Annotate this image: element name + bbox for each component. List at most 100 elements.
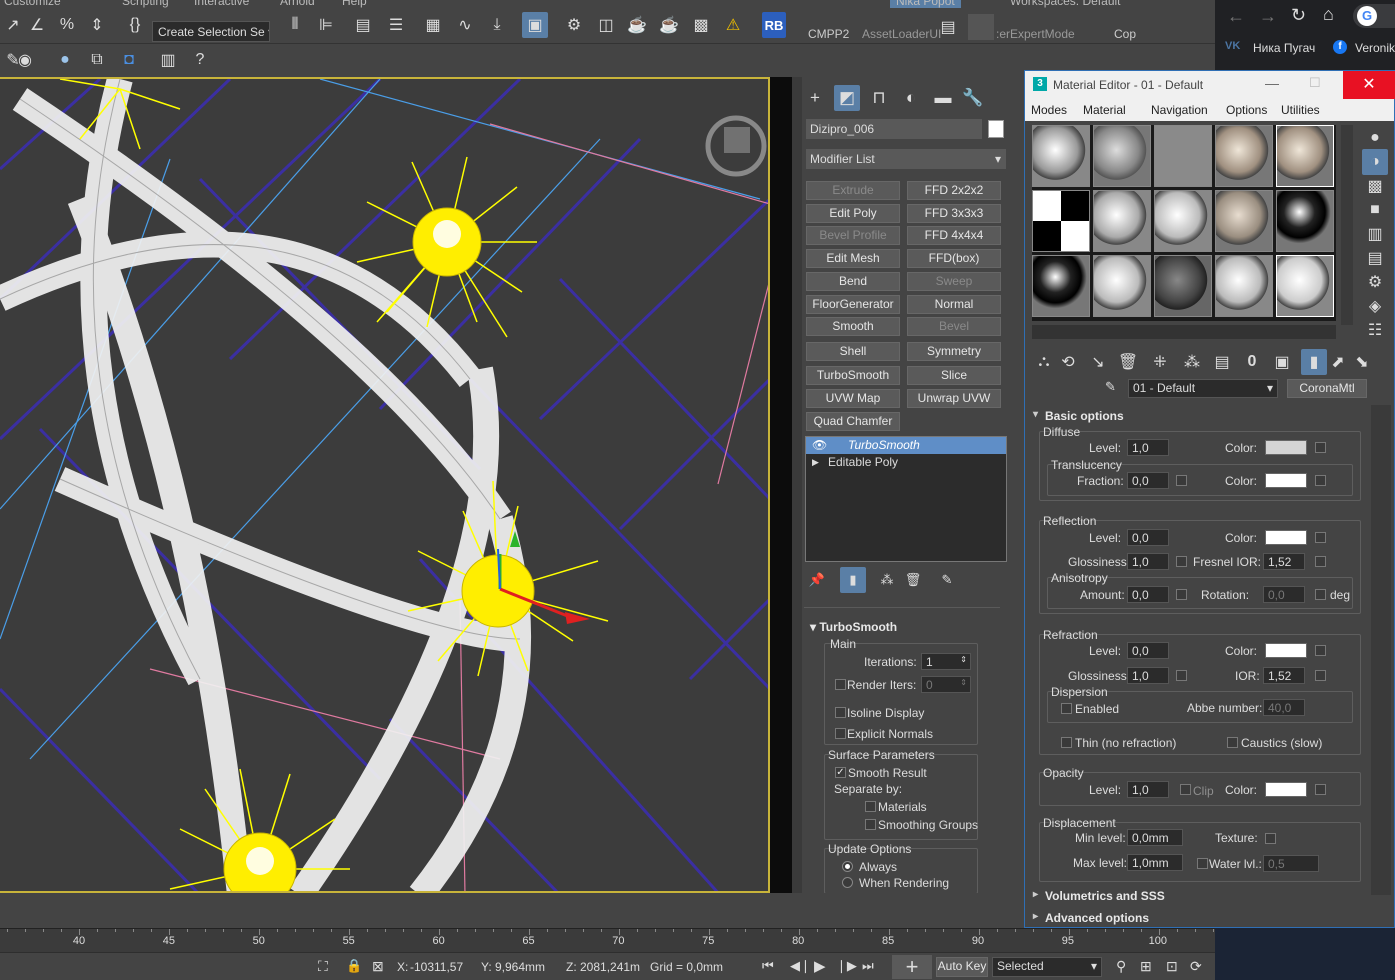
backlight-icon[interactable]: ◑: [1362, 149, 1388, 175]
render-setup-icon[interactable]: ⚙: [561, 12, 587, 38]
make-preview-icon[interactable]: ▤: [1362, 245, 1388, 271]
modifier-button-extrude[interactable]: Extrude: [806, 181, 900, 200]
menu-material[interactable]: Material: [1083, 103, 1126, 117]
workspaces-selector[interactable]: Workspaces: Default: [1010, 0, 1121, 8]
reflection-color-swatch[interactable]: [1265, 530, 1307, 545]
sphere-icon[interactable]: ●: [52, 47, 78, 73]
smooth-result-checkbox[interactable]: ✓: [835, 767, 846, 778]
always-radio[interactable]: [842, 861, 853, 872]
cop-button[interactable]: Cop: [1114, 27, 1136, 41]
modifier-button-sweep[interactable]: Sweep: [907, 272, 1001, 291]
max-level-spinner[interactable]: 1,0mm: [1127, 854, 1183, 871]
object-color-swatch[interactable]: [988, 120, 1004, 138]
schematic-view-icon[interactable]: ⤓: [484, 12, 510, 38]
utilities-tab-icon[interactable]: 🔧: [960, 85, 986, 111]
modifier-button-uvw-map[interactable]: UVW Map: [806, 389, 900, 408]
scene-converter-icon[interactable]: ⧉: [84, 47, 110, 73]
expert-mode-icon[interactable]: [968, 14, 994, 40]
background-icon[interactable]: ▩: [1362, 173, 1388, 199]
menu-modes[interactable]: Modes: [1031, 103, 1067, 117]
menu-item-arnold[interactable]: Arnold: [280, 0, 315, 8]
create-tab-icon[interactable]: +: [802, 85, 828, 111]
modifier-button-unwrap-uvw[interactable]: Unwrap UVW: [907, 389, 1001, 408]
render-iterative-icon[interactable]: ☕: [656, 12, 682, 38]
pin-stack-icon[interactable]: 📌: [804, 567, 830, 593]
ior-map-button[interactable]: [1315, 670, 1326, 681]
material-slot[interactable]: [1215, 190, 1273, 252]
modifier-button-ffd-4x4x4[interactable]: FFD 4x4x4: [907, 226, 1001, 245]
minimize-icon[interactable]: —: [1265, 75, 1279, 91]
modifier-button-ffd-2x2x2[interactable]: FFD 2x2x2: [907, 181, 1001, 200]
assign-material-icon[interactable]: ↘: [1085, 349, 1111, 375]
material-slot[interactable]: [1032, 255, 1090, 317]
orbit-icon[interactable]: ⟳: [1190, 958, 1202, 975]
home-icon[interactable]: ⌂: [1323, 4, 1334, 25]
reflection-map-button[interactable]: [1315, 532, 1326, 543]
materials-checkbox[interactable]: [865, 801, 876, 812]
back-icon[interactable]: ←: [1227, 6, 1245, 27]
menu-utilities[interactable]: Utilities: [1281, 103, 1320, 117]
spinner-snap-icon[interactable]: ⇕: [84, 12, 110, 38]
timeline-ruler[interactable]: 40 45 50 55 60 65 70 75 80 85 90 95 100: [0, 928, 1215, 952]
zoom-icon[interactable]: ⚲: [1116, 958, 1126, 975]
when-rendering-radio[interactable]: [842, 877, 853, 888]
video-color-check-icon[interactable]: ▥: [1362, 221, 1388, 247]
menu-item-help[interactable]: Help: [342, 0, 367, 8]
dispersion-enabled-checkbox[interactable]: [1061, 703, 1072, 714]
modifier-button-smooth[interactable]: Smooth: [806, 317, 900, 336]
y-coordinate[interactable]: 9,964mm: [495, 960, 545, 974]
edit-named-selection-icon[interactable]: {}: [122, 12, 148, 38]
zoom-extents-icon[interactable]: ⊡: [1166, 958, 1178, 975]
material-slot[interactable]: [1276, 190, 1334, 252]
stack-item-editable-poly[interactable]: ▶ Editable Poly: [806, 454, 1006, 471]
options-icon[interactable]: ⚙: [1362, 269, 1388, 295]
angle-snap-icon[interactable]: ∠: [24, 12, 50, 38]
reflection-glossiness-spinner[interactable]: 1,0: [1127, 553, 1169, 570]
diffuse-color-swatch[interactable]: [1265, 440, 1307, 455]
opacity-color-swatch[interactable]: [1265, 782, 1307, 797]
make-unique-icon[interactable]: ⁂: [874, 567, 900, 593]
diffuse-map-button[interactable]: [1315, 442, 1326, 453]
material-map-navigator-icon[interactable]: ☷: [1362, 317, 1388, 343]
modifier-list-dropdown[interactable]: Modifier List ▾: [806, 149, 1006, 169]
refraction-map-button[interactable]: [1315, 645, 1326, 656]
smoothing-groups-checkbox[interactable]: [865, 819, 876, 830]
rotation-map-button[interactable]: [1315, 589, 1326, 600]
perspective-viewport[interactable]: [0, 77, 770, 893]
mirror-icon[interactable]: ⫴: [282, 12, 308, 38]
modifier-button-bevel[interactable]: Bevel: [907, 317, 1001, 336]
refraction-level-spinner[interactable]: 0,0: [1127, 642, 1169, 659]
refraction-color-swatch[interactable]: [1265, 643, 1307, 658]
align-icon[interactable]: ⊫: [313, 12, 339, 38]
modifier-button-normal[interactable]: Normal: [907, 295, 1001, 314]
render-iters-spinner[interactable]: 0 ⇕: [921, 676, 971, 693]
material-slot[interactable]: [1215, 125, 1273, 187]
modifier-button-edit-mesh[interactable]: Edit Mesh: [806, 249, 900, 268]
explicit-normals-checkbox[interactable]: [835, 728, 846, 739]
material-type-button[interactable]: CoronaMtl: [1287, 379, 1367, 398]
modifier-button-quad-chamfer[interactable]: Quad Chamfer: [806, 412, 900, 431]
modifier-button-floorgenerator[interactable]: FloorGenerator: [806, 295, 900, 314]
close-icon[interactable]: ✕: [1343, 71, 1395, 99]
turbosmooth-rollout-title[interactable]: ▾ TurboSmooth: [810, 620, 897, 634]
thin-checkbox[interactable]: [1061, 737, 1072, 748]
min-level-spinner[interactable]: 0,0mm: [1127, 829, 1183, 846]
render-grid-icon[interactable]: ▩: [688, 12, 714, 38]
modifier-button-slice[interactable]: Slice: [907, 366, 1001, 385]
fraction-spinner[interactable]: 0,0: [1127, 472, 1169, 489]
curve-editor-icon[interactable]: ∿: [452, 12, 478, 38]
stack-item-turbosmooth[interactable]: 👁 TurboSmooth: [806, 437, 1006, 454]
menu-item-customize[interactable]: Customize: [4, 0, 61, 8]
address-bar[interactable]: G: [1353, 4, 1395, 28]
user-account[interactable]: Nika Popot: [890, 0, 961, 8]
opacity-level-spinner[interactable]: 1,0: [1127, 781, 1169, 798]
cmpp2-button[interactable]: CMPP2: [808, 27, 849, 41]
eye-icon[interactable]: 👁: [812, 437, 827, 454]
refraction-glossiness-spinner[interactable]: 1,0: [1127, 667, 1169, 684]
fresnel-ior-spinner[interactable]: 1,52: [1263, 553, 1305, 570]
zoom-all-icon[interactable]: ⊞: [1140, 958, 1152, 975]
warning-icon[interactable]: ⚠: [720, 12, 746, 38]
absolute-mode-icon[interactable]: ⊠: [372, 958, 384, 975]
sample-uv-tiling-icon[interactable]: ■: [1362, 197, 1388, 223]
advanced-options-rollout[interactable]: Advanced options: [1031, 911, 1366, 929]
